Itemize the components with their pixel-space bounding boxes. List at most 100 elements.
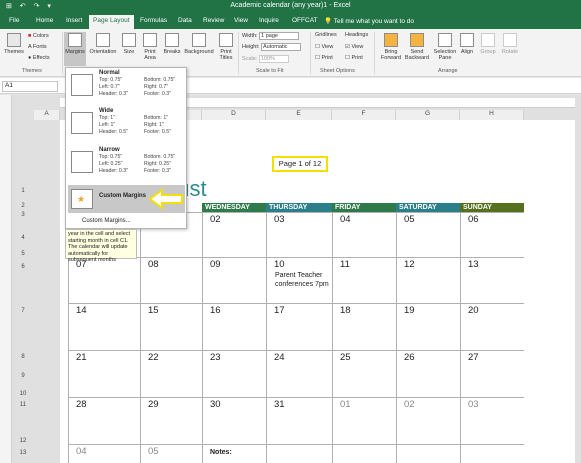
tab-inquire[interactable]: Inquire [259,17,279,24]
margins-button[interactable]: Margins [64,32,86,66]
window-title: Academic calendar (any year)1 - Excel [230,2,351,9]
row-number[interactable]: 13 [12,450,34,456]
day-number: 18 [340,305,351,316]
row-number[interactable]: 8 [12,354,34,360]
row-number[interactable]: 10 [12,391,34,397]
notes-label[interactable]: Notes: [210,448,232,457]
height-control[interactable]: Height: Automatic [242,43,301,51]
tab-formulas[interactable]: Formulas [140,17,167,24]
gridlines-print-checkbox[interactable]: ☐ Print [315,55,333,61]
group-separator [238,32,239,74]
calendar-cell[interactable] [460,444,524,463]
name-box[interactable]: A1 [2,81,58,92]
day-number: 04 [76,446,87,457]
group-icon [481,33,495,47]
scale-control[interactable]: Scale: 100% [242,55,289,63]
orientation-button[interactable]: Orientation [88,33,118,55]
effects-button[interactable]: ● Effects [28,55,50,61]
row-number[interactable]: 5 [12,251,34,257]
rotate-button[interactable]: Rotate [500,33,520,55]
headings-view-checkbox[interactable]: ☑ View [345,44,363,50]
margin-option-name: Normal [99,70,120,76]
row-number[interactable]: 1 [12,188,34,194]
margin-preview-icon [71,74,93,96]
day-header-sunday[interactable]: SUNDAY [460,203,524,212]
cell-tooltip: year in the cell and select starting mon… [65,229,137,263]
column-header-f[interactable]: F [332,110,396,120]
send-backward-label: Send Backward [404,49,430,61]
calendar-cell[interactable] [332,444,396,463]
headings-print-checkbox[interactable]: ☐ Print [345,55,363,61]
tab-view[interactable]: View [234,17,248,24]
themes-button[interactable]: Themes [3,33,25,55]
day-number: 19 [404,305,415,316]
print-area-button[interactable]: Print Area [140,33,160,61]
align-button[interactable]: Align [458,33,476,55]
calendar-cell[interactable] [396,444,460,463]
margin-option-wide[interactable]: Wide Top: 1" Bottom: 1" Left: 1" Right: … [68,107,185,145]
column-header-g[interactable]: G [396,110,460,120]
tab-review[interactable]: Review [203,17,224,24]
day-number: 03 [274,214,285,225]
lightbulb-icon: 💡 [324,18,334,25]
tab-page-layout[interactable]: Page Layout [89,15,134,29]
width-control[interactable]: Width: 1 page [242,32,300,40]
row-number[interactable]: 11 [12,402,34,408]
column-header-a[interactable]: A [34,110,60,120]
print-titles-icon [219,33,233,47]
bring-forward-button[interactable]: Bring Forward [378,33,404,61]
size-label: Size [123,49,135,55]
tab-home[interactable]: Home [36,17,53,24]
fonts-button[interactable]: A Fonts [28,44,47,50]
colors-button[interactable]: ■ Colors [28,33,49,39]
margin-option-narrow[interactable]: Narrow Top: 0.75" Bottom: 0.75" Left: 0.… [68,146,185,184]
margin-option-normal[interactable]: Normal Top: 0.75" Bottom: 0.75" Left: 0.… [68,69,185,107]
custom-margin-name: Custom Margins [99,193,147,199]
day-header-thursday[interactable]: THURSDAY [266,203,332,212]
margin-value: Header: 0.5" [99,129,128,135]
column-header-e[interactable]: E [266,110,332,120]
group-sheet-options: Sheet Options [320,68,355,74]
breaks-button[interactable]: Breaks [162,33,182,55]
calendar-cell[interactable] [266,444,332,463]
ribbon-tabs: File Home Insert Page Layout Formulas Da… [0,14,581,29]
row-number[interactable]: 7 [12,308,34,314]
custom-margins-link[interactable]: Custom Margins... [82,218,131,224]
row-number[interactable]: 4 [12,235,34,241]
tab-file[interactable]: File [9,17,19,24]
margin-option-custom[interactable]: ★ Custom Margins [68,185,185,213]
headings-view-label: View [351,44,364,50]
margins-icon [68,33,82,47]
row-number[interactable]: 9 [12,373,34,379]
row-number[interactable]: 3 [12,212,34,218]
background-button[interactable]: Background [183,33,215,55]
day-number: 27 [468,352,479,363]
tab-offcat[interactable]: OFFCAT [292,17,318,24]
row-number[interactable]: 12 [12,438,34,444]
day-header-saturday[interactable]: SATURDAY [396,203,460,212]
group-separator [374,32,375,74]
event-note[interactable]: Parent Teacher conferences 7pm [275,271,335,289]
day-header-wednesday[interactable]: WEDNESDAY [202,203,266,212]
group-button[interactable]: Group [478,33,498,55]
height-dropdown[interactable]: Automatic [260,43,301,51]
tell-me-search[interactable]: 💡 Tell me what you want to do [324,17,414,25]
day-number: 22 [148,352,159,363]
size-button[interactable]: Size [120,33,138,55]
tab-insert[interactable]: Insert [66,17,82,24]
print-titles-button[interactable]: Print Titles [216,33,236,61]
gridlines-view-checkbox[interactable]: ☐ View [315,44,333,50]
column-header-d[interactable]: D [202,110,266,120]
row-number[interactable]: 6 [12,264,34,270]
width-dropdown[interactable]: 1 page [259,32,300,40]
day-header-friday[interactable]: FRIDAY [332,203,396,212]
scale-stepper[interactable]: 100% [258,55,289,63]
day-number: 25 [340,352,351,363]
selection-pane-button[interactable]: Selection Pane [432,33,458,61]
send-backward-button[interactable]: Send Backward [404,33,430,61]
fonts-icon: A [28,44,32,50]
row-number[interactable]: 2 [12,203,34,209]
tab-data[interactable]: Data [178,17,192,24]
column-header-h[interactable]: H [460,110,524,120]
margin-value: Left: 0.25" [99,161,123,167]
